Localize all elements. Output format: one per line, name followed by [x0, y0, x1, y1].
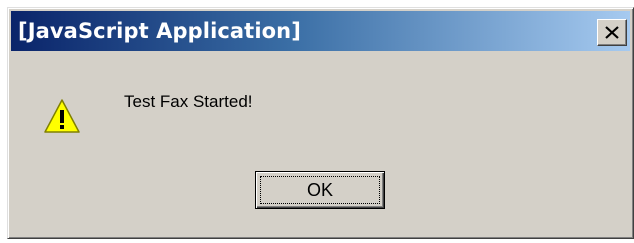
warning-icon [44, 99, 80, 133]
close-icon [605, 26, 619, 39]
message-text: Test Fax Started! [124, 92, 253, 111]
ok-button-label: OK [306, 180, 333, 200]
ok-focus-rect: OK [260, 176, 380, 204]
page: [JavaScript Application] Test Fax Starte… [0, 0, 634, 243]
window-title: [JavaScript Application] [18, 19, 301, 43]
title-bar[interactable]: [JavaScript Application] [11, 11, 630, 51]
alert-dialog: [JavaScript Application] Test Fax Starte… [7, 7, 634, 239]
close-button[interactable] [597, 19, 627, 46]
ok-button[interactable]: OK [255, 171, 385, 209]
